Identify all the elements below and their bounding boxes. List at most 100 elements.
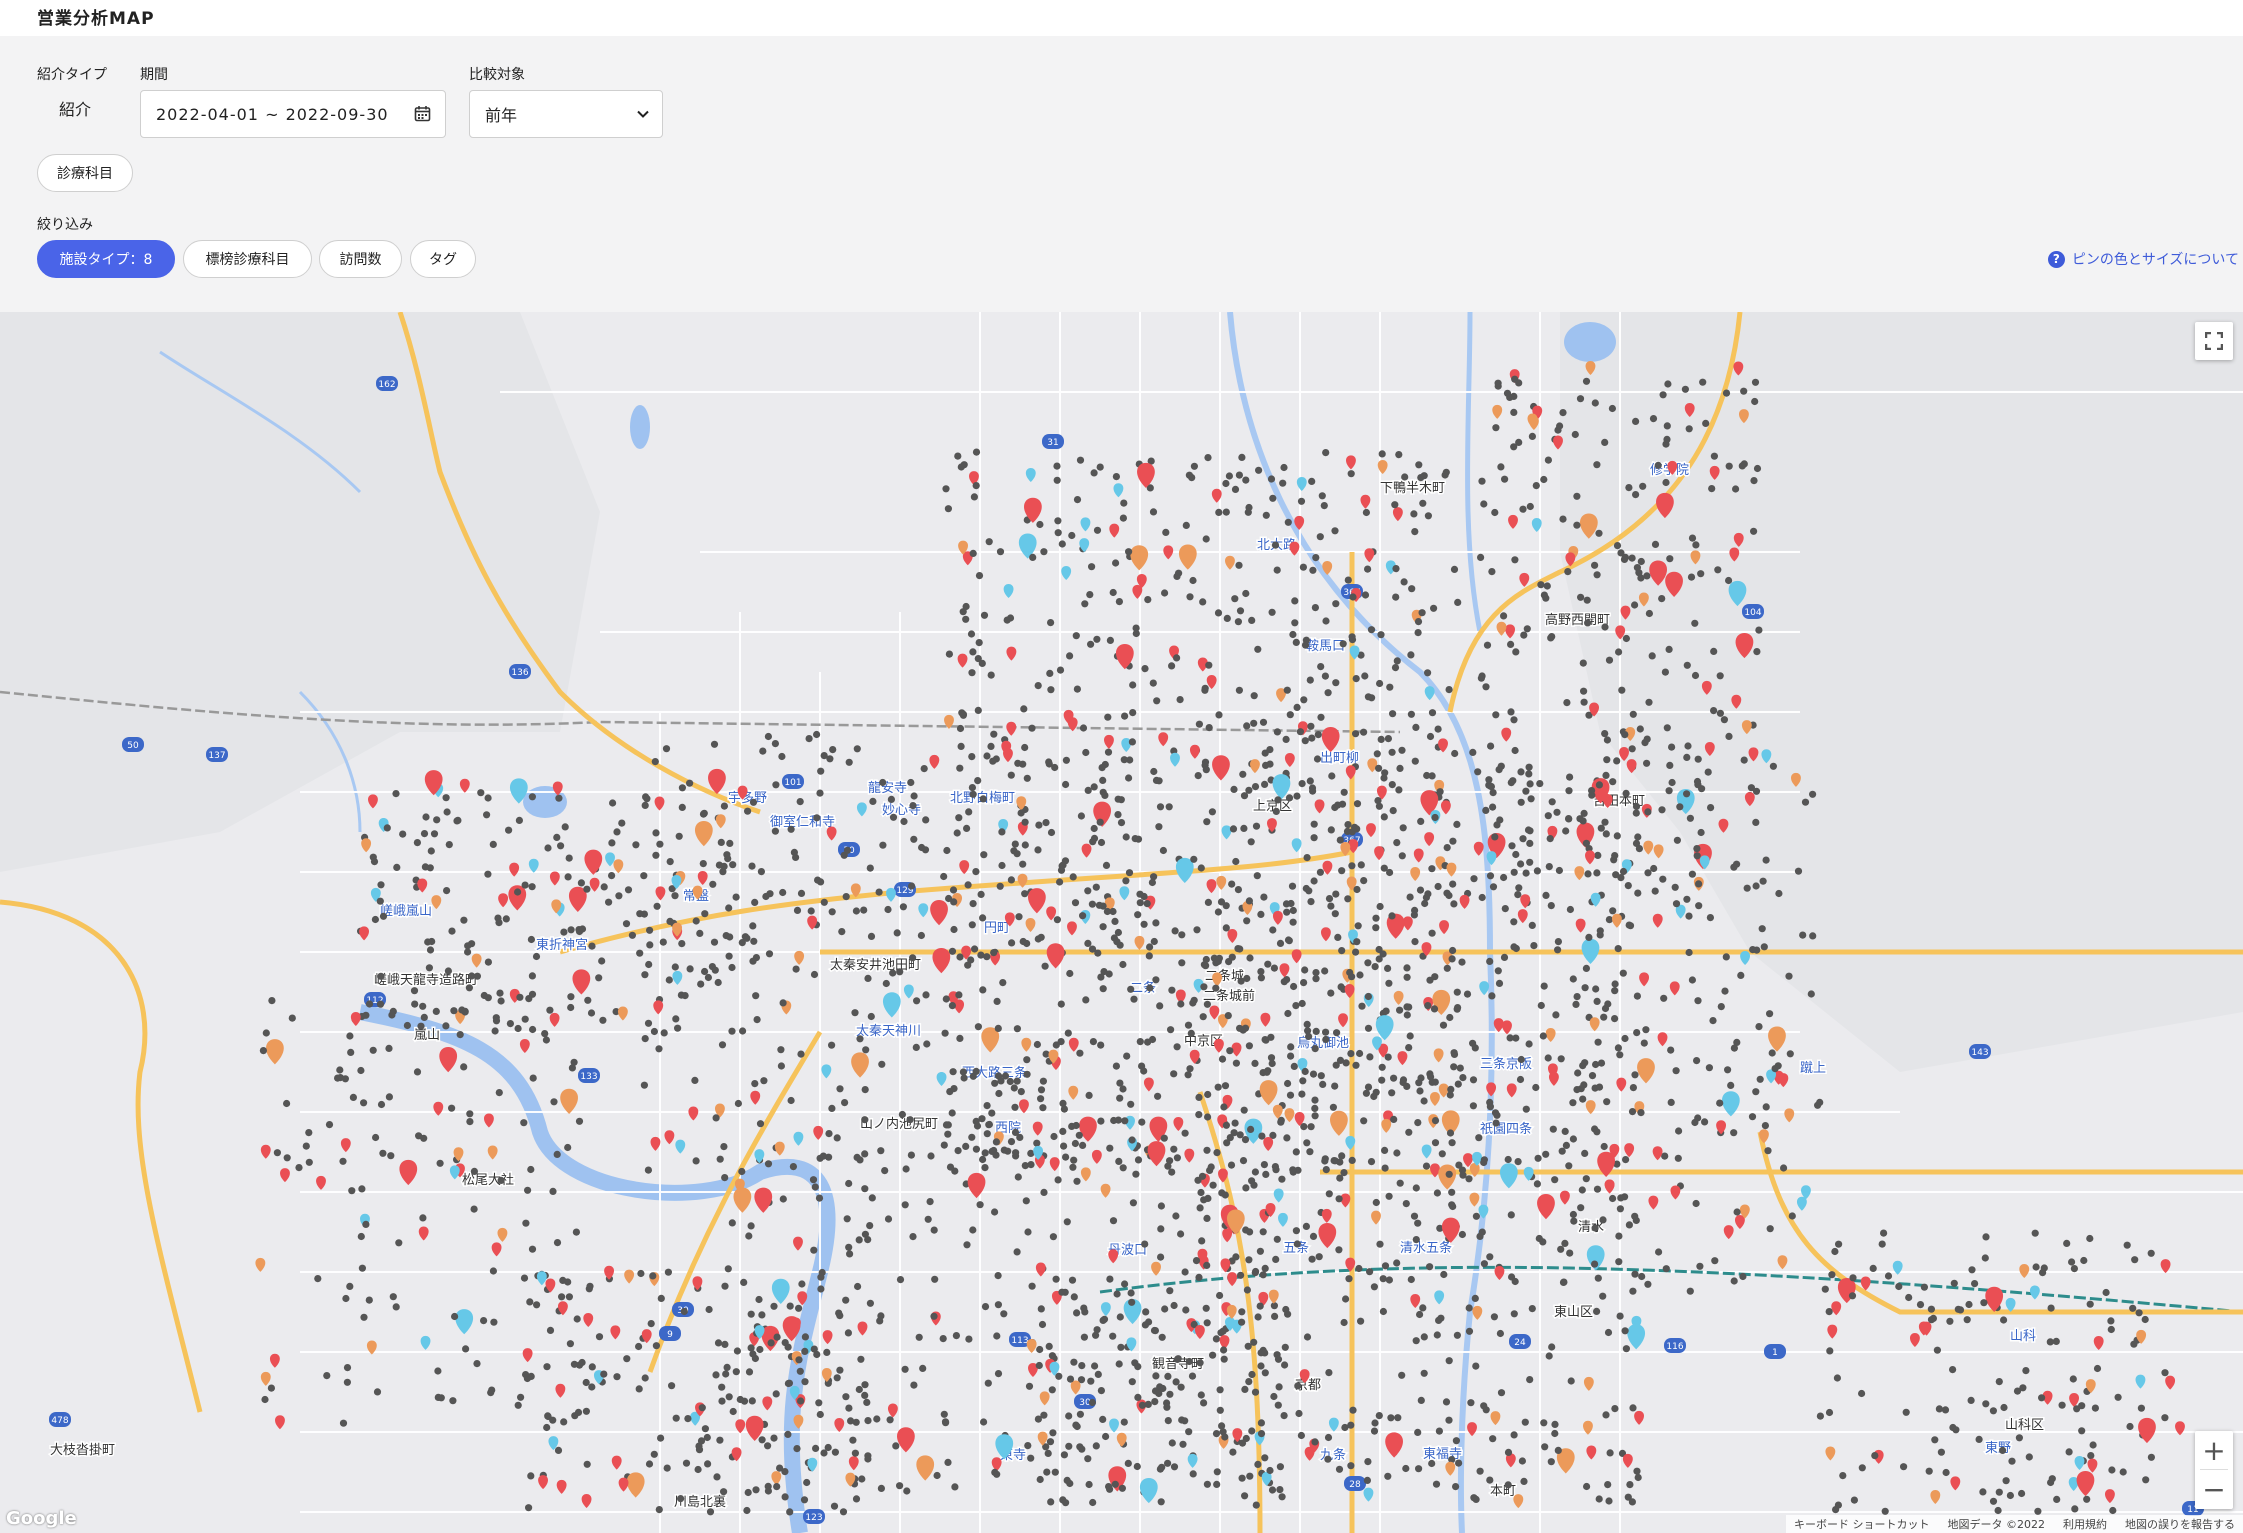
facility-pin <box>1809 790 1817 798</box>
filter-chip-facility-type[interactable]: 施設タイプ：8 <box>37 240 175 278</box>
facility-pin <box>706 1508 715 1516</box>
filter-chip-department[interactable]: 標榜診療科目 <box>183 240 312 278</box>
facility-pin <box>360 1313 368 1321</box>
facility-pin <box>1216 1291 1224 1300</box>
facility-pin <box>1097 1387 1105 1395</box>
facility-pin <box>1349 1406 1357 1414</box>
facility-pin <box>570 1058 578 1066</box>
facility-pin <box>1446 1013 1454 1022</box>
facility-pin <box>1414 629 1422 637</box>
facility-pin <box>1622 1453 1633 1468</box>
facility-pin <box>582 1378 590 1387</box>
facility-pin <box>1128 1298 1136 1306</box>
facility-pin <box>2000 1316 2008 1324</box>
facility-pin <box>1134 1156 1143 1164</box>
svg-text:478: 478 <box>51 1416 68 1426</box>
facility-pin <box>521 881 529 889</box>
report-error-link[interactable]: 地図の誤りを報告する <box>2125 1516 2235 1532</box>
facility-pin <box>1224 1012 1232 1020</box>
facility-pin <box>1257 974 1265 982</box>
facility-pin <box>998 828 1006 836</box>
facility-pin <box>578 1358 586 1367</box>
facility-pin <box>1420 1333 1428 1341</box>
svg-text:162: 162 <box>378 380 395 390</box>
facility-pin <box>1305 1032 1313 1041</box>
zoom-in-button[interactable]: + <box>2195 1431 2233 1469</box>
facility-pin <box>1469 1163 1480 1178</box>
facility-pin <box>1335 1465 1344 1473</box>
facility-pin <box>650 1027 659 1036</box>
facility-pin <box>546 1326 555 1334</box>
facility-pin <box>1119 514 1127 522</box>
facility-pin <box>1758 925 1766 933</box>
facility-pin <box>434 1393 442 1401</box>
facility-pin <box>1076 1049 1084 1057</box>
facility-pin <box>587 1009 596 1017</box>
pin-legend-help-link[interactable]: ? ピンの色とサイズについて <box>2047 249 2239 269</box>
facility-pin <box>1469 1102 1477 1110</box>
facility-pin <box>1622 634 1630 643</box>
facility-pin <box>1544 1054 1552 1062</box>
department-button[interactable]: 診療科目 <box>37 154 133 192</box>
facility-pin <box>1052 1275 1060 1283</box>
facility-pin <box>1597 1059 1606 1067</box>
facility-pin <box>825 1130 833 1138</box>
facility-pin <box>1526 839 1534 848</box>
facility-pin <box>1160 1134 1168 1142</box>
calendar-icon[interactable] <box>414 105 431 122</box>
facility-pin <box>262 1029 270 1037</box>
map-station-label: 祇園四条 <box>1480 1121 1532 1137</box>
facility-pin <box>1332 600 1340 608</box>
keyboard-shortcuts-link[interactable]: キーボード ショートカット <box>1794 1516 1930 1532</box>
facility-pin <box>1635 845 1643 853</box>
filter-chip-tag[interactable]: タグ <box>410 240 476 278</box>
facility-pin <box>774 1141 785 1156</box>
facility-pin <box>1657 1032 1668 1047</box>
facility-pin <box>945 894 953 903</box>
facility-pin <box>1626 1481 1634 1489</box>
facility-pin <box>1624 882 1632 890</box>
comparison-select[interactable]: 前年 <box>469 90 663 138</box>
fullscreen-button[interactable] <box>2195 322 2233 360</box>
facility-pin <box>1025 467 1036 482</box>
facility-pin <box>1274 1355 1283 1363</box>
facility-pin <box>1632 491 1640 499</box>
facility-pin <box>1747 784 1755 792</box>
facility-pin <box>1034 1415 1042 1423</box>
facility-pin <box>1127 1100 1135 1108</box>
facility-pin <box>1008 939 1016 947</box>
facility-pin <box>1184 1021 1193 1029</box>
filter-chip-visits[interactable]: 訪問数 <box>319 240 402 278</box>
facility-pin <box>861 1150 869 1158</box>
facility-pin <box>1082 996 1090 1004</box>
facility-pin <box>1816 1098 1824 1106</box>
facility-pin <box>962 1142 970 1150</box>
facility-pin <box>1963 1316 1971 1324</box>
facility-pin <box>1640 1039 1648 1047</box>
facility-pin <box>1582 964 1590 973</box>
facility-pin <box>609 799 617 807</box>
facility-pin <box>1125 774 1133 782</box>
facility-pin <box>668 1382 676 1390</box>
terms-link[interactable]: 利用規約 <box>2063 1516 2107 1532</box>
facility-pin <box>1631 601 1639 609</box>
facility-pin <box>1430 1005 1439 1013</box>
facility-pin <box>1693 845 1701 853</box>
facility-pin <box>1363 1487 1374 1502</box>
facility-pin <box>939 1335 947 1343</box>
facility-pin <box>1428 929 1436 937</box>
facility-pin <box>1197 1391 1205 1399</box>
zoom-out-button[interactable]: − <box>2195 1470 2233 1508</box>
map-canvas[interactable]: 上京区 中京区 東山区 二条城前 下鴨半木町 高野西開町 吉田本町 山科区 大枝… <box>0 312 2243 1533</box>
facility-pin <box>1699 378 1707 386</box>
period-date-range-input[interactable]: 2022-04-01 ~ 2022-09-30 <box>140 90 446 138</box>
facility-pin <box>1366 823 1376 838</box>
facility-pin <box>1880 1229 1888 1237</box>
facility-pin <box>915 1333 923 1341</box>
facility-pin <box>1006 721 1017 736</box>
facility-pin <box>1257 968 1265 976</box>
facility-pin <box>1548 798 1556 806</box>
facility-pin <box>1631 1212 1639 1220</box>
facility-pin <box>671 892 679 900</box>
facility-pin <box>564 1278 572 1286</box>
